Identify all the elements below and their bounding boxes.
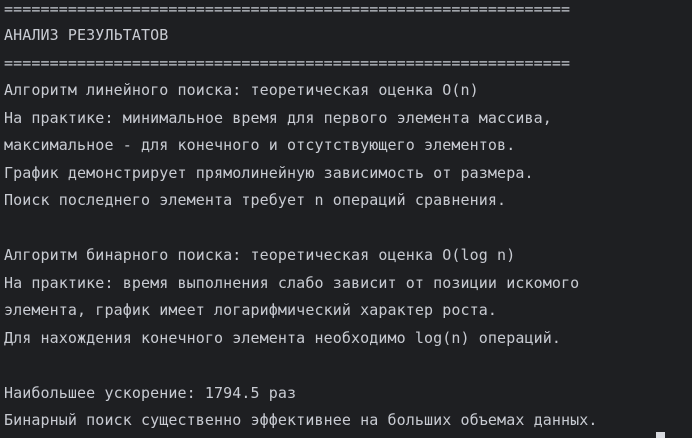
binary-line-1: Алгоритм бинарного поиска: теоретическая… <box>4 246 516 264</box>
text-cursor <box>656 432 665 438</box>
speedup-line-1: Наибольшее ускорение: 1794.5 раз <box>4 384 297 402</box>
separator-bottom: ========================================… <box>4 54 571 72</box>
linear-line-4: График демонстрирует прямолинейную завис… <box>4 164 534 182</box>
linear-line-2: На практике: минимальное время для перво… <box>4 109 552 127</box>
speedup-line-2: Бинарный поиск существенно эффективнее н… <box>4 411 598 429</box>
terminal-output[interactable]: ========================================… <box>0 0 692 438</box>
binary-line-4: Для нахождения конечного элемента необхо… <box>4 329 561 347</box>
binary-line-3: элемента, график имеет логарифмический х… <box>4 301 498 319</box>
linear-line-5: Поиск последнего элемента требует n опер… <box>4 191 507 209</box>
linear-line-3: максимальное - для конечного и отсутству… <box>4 136 516 154</box>
separator-top: ========================================… <box>4 0 571 18</box>
results-heading: АНАЛИЗ РЕЗУЛЬТАТОВ <box>4 26 169 44</box>
binary-line-2: На практике: время выполнения слабо зави… <box>4 274 580 292</box>
linear-line-1: Алгоритм линейного поиска: теоретическая… <box>4 81 479 99</box>
